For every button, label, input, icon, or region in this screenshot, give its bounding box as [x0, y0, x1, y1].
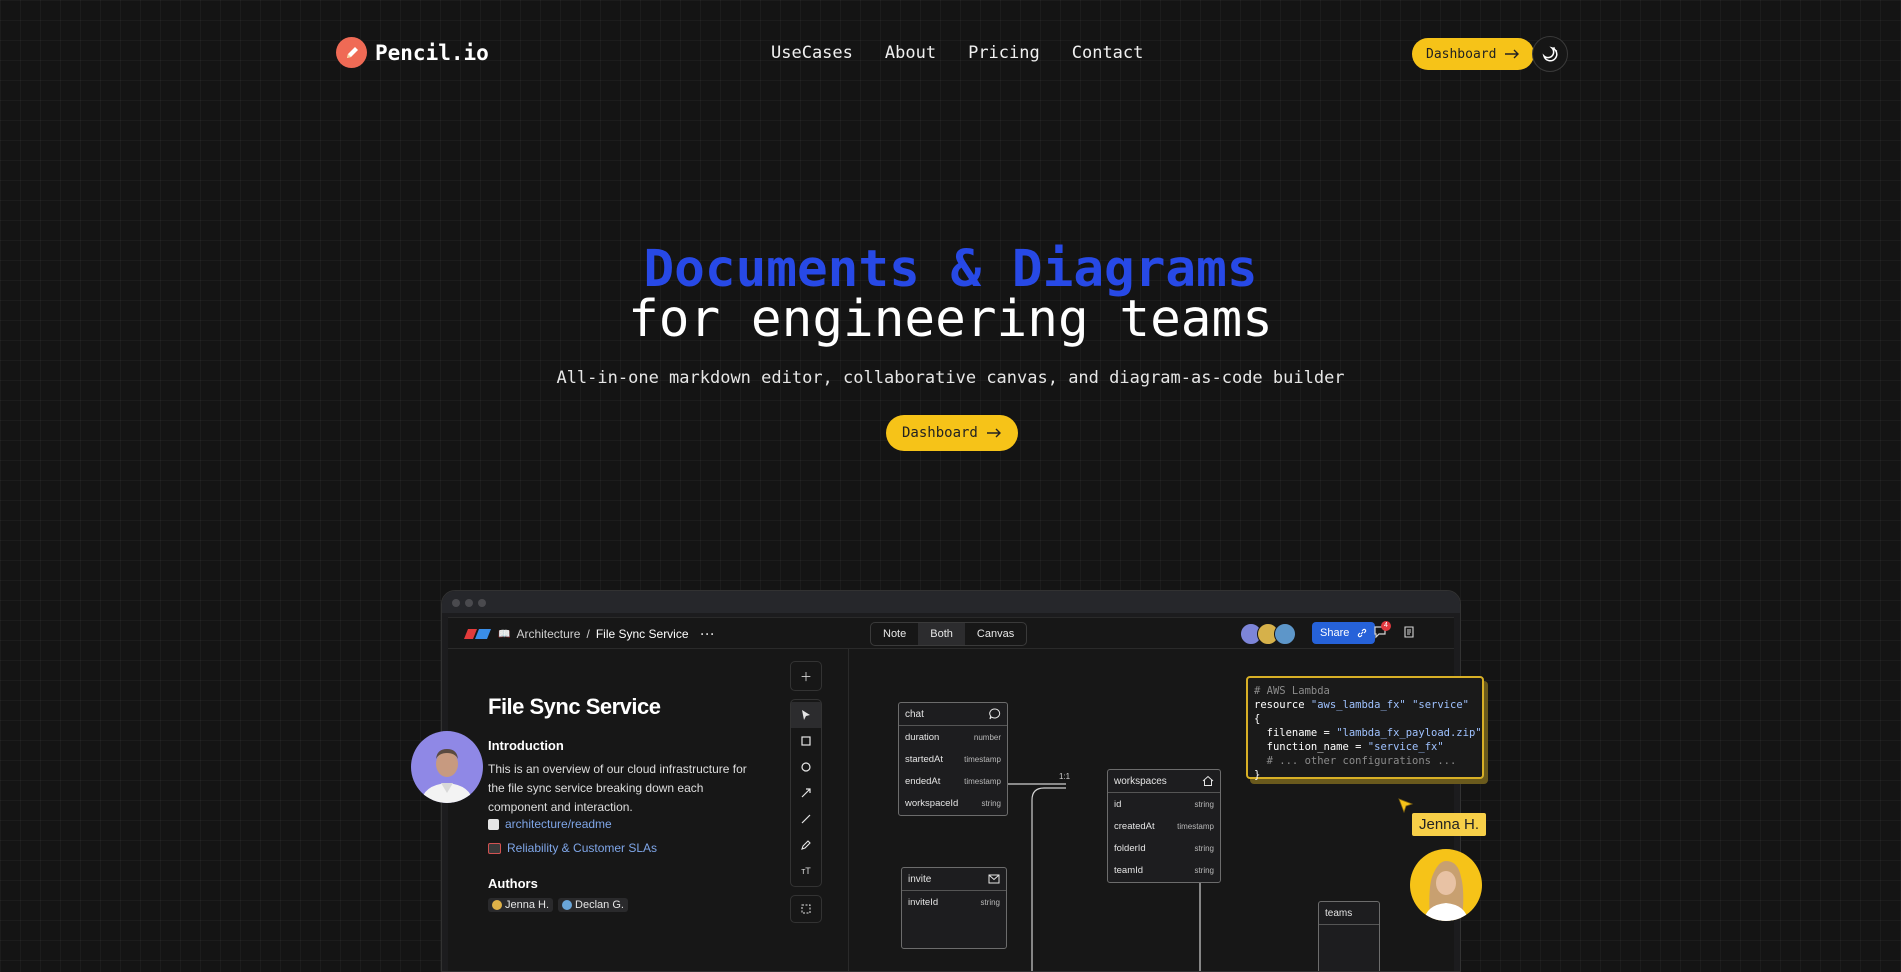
nav-pricing[interactable]: Pricing [968, 43, 1040, 63]
nav-usecases[interactable]: UseCases [771, 43, 853, 63]
collaborator-cursor-icon [1398, 798, 1414, 814]
er-row: folderId string [1114, 842, 1214, 854]
er-row: endedAt timestamp [905, 775, 1001, 787]
code-line: filename = "lambda_fx_payload.zip" [1254, 727, 1482, 739]
er-row: createdAt timestamp [1114, 820, 1214, 832]
er-table-header: invite [902, 868, 1006, 891]
window-titlebar [442, 591, 1460, 613]
pencil-logo-icon [336, 37, 367, 68]
code-line: function_name = "service_fx" [1254, 741, 1444, 753]
er-row: inviteId string [908, 896, 1000, 908]
er-table-chat[interactable]: chat duration number startedAt timestamp e… [898, 702, 1008, 816]
brand-name: Pencil.io [375, 40, 489, 65]
theme-toggle-button[interactable] [1532, 36, 1568, 72]
er-table-header: teams [1319, 902, 1379, 925]
er-table-teams[interactable]: teams [1318, 901, 1380, 971]
mail-icon [988, 874, 1000, 884]
er-row: startedAt timestamp [905, 753, 1001, 765]
hero-dashboard-label: Dashboard [902, 425, 978, 441]
brand-logo[interactable]: Pencil.io [336, 37, 489, 68]
er-table-header: workspaces [1108, 770, 1220, 793]
er-table-name: invite [908, 873, 932, 885]
author-avatar-declan [411, 731, 483, 803]
hero-title: for engineering teams [628, 290, 1273, 349]
er-table-workspaces[interactable]: workspaces id string createdAt timestamp f… [1107, 769, 1221, 883]
er-row: workspaceId string [905, 797, 1001, 809]
arrow-right-icon [1505, 49, 1520, 59]
er-table-name: workspaces [1114, 775, 1167, 787]
main-nav: UseCases About Pricing Contact [771, 43, 1143, 63]
nav-contact[interactable]: Contact [1072, 43, 1144, 63]
cursor-name-tag: Jenna H. [1412, 813, 1487, 836]
code-line: # AWS Lambda [1254, 685, 1330, 697]
er-table-invite[interactable]: invite inviteId string [901, 867, 1007, 949]
chat-bubble-icon [989, 708, 1001, 720]
header-dashboard-label: Dashboard [1426, 46, 1497, 62]
hero-dashboard-button[interactable]: Dashboard [886, 415, 1018, 451]
code-snippet-card[interactable]: # AWS Lambda resource "aws_lambda_fx" "s… [1246, 676, 1484, 781]
er-row: duration number [905, 731, 1001, 743]
window-dot [478, 599, 486, 607]
code-line: # ... other configurations ... [1254, 755, 1457, 767]
window-dot [465, 599, 473, 607]
arrow-right-icon [986, 428, 1001, 438]
home-icon [1202, 775, 1214, 786]
code-line: resource "aws_lambda_fx" "service" { [1254, 699, 1469, 725]
er-row: teamId string [1114, 864, 1214, 876]
er-table-header: chat [899, 703, 1007, 726]
moon-stars-icon [1542, 46, 1558, 62]
er-table-name: teams [1325, 907, 1353, 919]
window-dot [452, 599, 460, 607]
hero-subtitle: All-in-one markdown editor, collaborativ… [556, 368, 1345, 388]
er-row: id string [1114, 798, 1214, 810]
relation-label: 1:1 [1059, 772, 1071, 781]
nav-about[interactable]: About [885, 43, 936, 63]
er-table-name: chat [905, 708, 924, 720]
header-dashboard-button[interactable]: Dashboard [1412, 38, 1535, 70]
author-avatar-jenna [1410, 849, 1482, 921]
app-surface: 📖 Architecture / File Sync Service ··· N… [448, 617, 1454, 971]
code-line: } [1254, 769, 1261, 781]
